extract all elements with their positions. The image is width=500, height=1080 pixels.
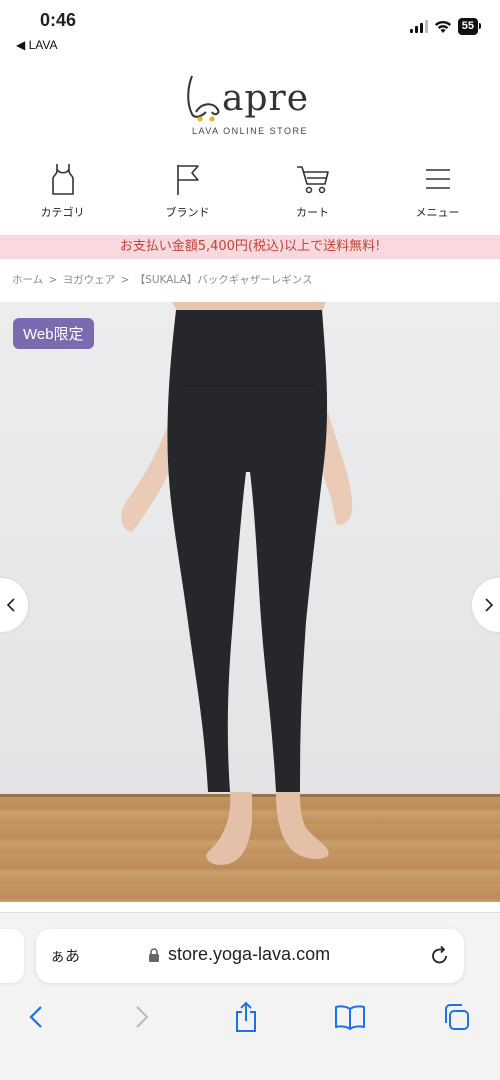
book-icon bbox=[335, 1005, 365, 1030]
site-logo[interactable]: apre LAVA ONLINE STORE bbox=[0, 68, 500, 148]
status-icons: 55 bbox=[409, 18, 482, 35]
nav-item-menu[interactable]: メニュー bbox=[375, 160, 500, 232]
product-photo-leggings bbox=[121, 302, 353, 865]
free-shipping-banner: お支払い金額5,400円(税込)以上で送料無料! bbox=[0, 235, 500, 259]
nav-label: ブランド bbox=[165, 206, 210, 219]
back-button[interactable] bbox=[16, 997, 56, 1037]
browser-toolbar bbox=[0, 997, 500, 1037]
wifi-icon bbox=[434, 20, 451, 33]
cart-icon bbox=[296, 166, 329, 194]
url-text: store.yoga-lava.com bbox=[168, 944, 331, 964]
tabs-button[interactable] bbox=[436, 997, 476, 1037]
battery-indicator: 55 bbox=[457, 18, 482, 35]
main-nav: カテゴリ ブランド カート メニュー bbox=[0, 160, 500, 232]
logo-wordmark: apre bbox=[222, 78, 310, 119]
chevron-left-icon bbox=[6, 598, 15, 612]
nav-label: カテゴリ bbox=[40, 206, 85, 219]
back-to-app-link[interactable]: ◀ LAVA bbox=[16, 38, 57, 52]
nav-item-cart[interactable]: カート bbox=[250, 160, 375, 232]
chevron-right-icon bbox=[485, 598, 494, 612]
breadcrumb-category[interactable]: ヨガウェア bbox=[63, 274, 116, 286]
share-button[interactable] bbox=[226, 997, 266, 1037]
reload-icon[interactable] bbox=[430, 944, 450, 966]
lock-icon bbox=[149, 948, 159, 962]
breadcrumb-separator: > bbox=[120, 274, 130, 286]
flag-icon bbox=[176, 165, 199, 195]
bookmarks-button[interactable] bbox=[330, 997, 370, 1037]
forward-button[interactable] bbox=[122, 997, 162, 1037]
status-bar: 0:46 ◀ LAVA 55 bbox=[0, 0, 500, 60]
web-exclusive-badge: Web限定 bbox=[13, 318, 94, 349]
cellular-signal-icon bbox=[409, 20, 428, 33]
browser-bottom-bar: ぁあ store.yoga-lava.com bbox=[0, 912, 500, 1080]
nav-label: メニュー bbox=[415, 206, 460, 219]
back-arrow-icon bbox=[29, 1006, 42, 1028]
text-size-button[interactable]: ぁあ bbox=[50, 945, 80, 966]
hamburger-menu-icon bbox=[425, 169, 450, 189]
breadcrumb: ホーム > ヨガウェア > 【SUKALA】バックギャザーレギンス bbox=[12, 272, 315, 287]
share-icon bbox=[236, 1001, 256, 1032]
tabs-icon bbox=[445, 1004, 469, 1030]
nav-label: カート bbox=[296, 206, 329, 219]
status-time: 0:46 bbox=[40, 10, 77, 30]
product-image-carousel[interactable]: Web限定 bbox=[0, 302, 500, 902]
breadcrumb-home[interactable]: ホーム bbox=[12, 274, 43, 286]
breadcrumb-separator: > bbox=[48, 274, 58, 286]
previous-tab-peek[interactable] bbox=[0, 929, 24, 983]
nav-item-brand[interactable]: ブランド bbox=[125, 160, 250, 232]
address-bar[interactable]: ぁあ store.yoga-lava.com bbox=[36, 929, 464, 983]
breadcrumb-current: 【SUKALA】バックギャザーレギンス bbox=[134, 274, 313, 286]
nav-item-category[interactable]: カテゴリ bbox=[0, 160, 125, 232]
tank-top-icon bbox=[51, 164, 74, 195]
logo-subtitle: LAVA ONLINE STORE bbox=[191, 126, 309, 136]
forward-arrow-icon bbox=[136, 1006, 149, 1028]
